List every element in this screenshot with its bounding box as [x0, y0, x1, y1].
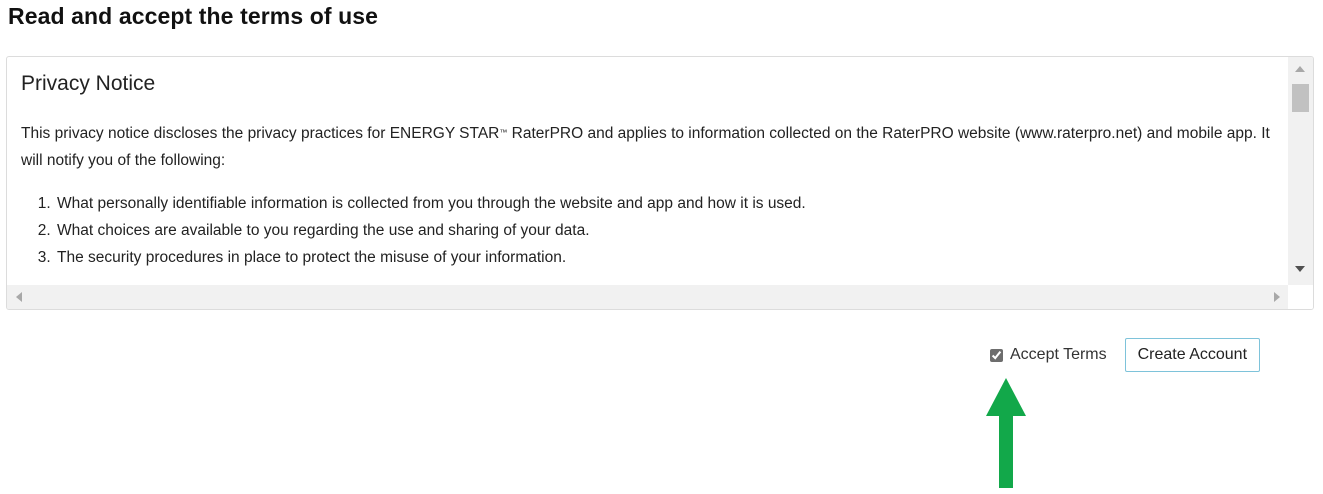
scroll-corner: [1288, 285, 1313, 309]
trademark-mark: ™: [499, 128, 508, 137]
vertical-scrollbar[interactable]: [1288, 57, 1313, 285]
up-arrow-icon: [986, 378, 1026, 488]
notice-heading: Privacy Notice: [21, 72, 156, 95]
scroll-right-arrow-icon[interactable]: [1274, 292, 1280, 302]
notice-list: What personally identifiable information…: [21, 190, 1290, 271]
vertical-scroll-thumb[interactable]: [1292, 84, 1309, 112]
scroll-down-arrow-icon[interactable]: [1295, 266, 1305, 272]
accept-terms-checkbox[interactable]: [990, 348, 1003, 362]
accept-terms-label[interactable]: Accept Terms: [1010, 346, 1107, 364]
scroll-up-arrow-icon[interactable]: [1295, 66, 1305, 72]
list-item: What choices are available to you regard…: [55, 217, 1290, 244]
scroll-left-arrow-icon[interactable]: [16, 292, 22, 302]
page-title: Read and accept the terms of use: [8, 3, 379, 29]
list-item: What personally identifiable information…: [55, 190, 1290, 217]
notice-intro-part1: This privacy notice discloses the privac…: [21, 125, 500, 142]
terms-box: Privacy Notice This privacy notice discl…: [6, 56, 1314, 310]
create-account-button[interactable]: Create Account: [1124, 338, 1261, 372]
page: Read and accept the terms of use Privacy…: [0, 0, 1323, 494]
horizontal-scrollbar[interactable]: [7, 285, 1290, 309]
list-item: The security procedures in place to prot…: [55, 244, 1290, 271]
accept-row: Accept Terms Create Account: [990, 338, 1261, 372]
terms-content[interactable]: Privacy Notice This privacy notice discl…: [7, 57, 1290, 285]
notice-intro: This privacy notice discloses the privac…: [21, 120, 1281, 174]
